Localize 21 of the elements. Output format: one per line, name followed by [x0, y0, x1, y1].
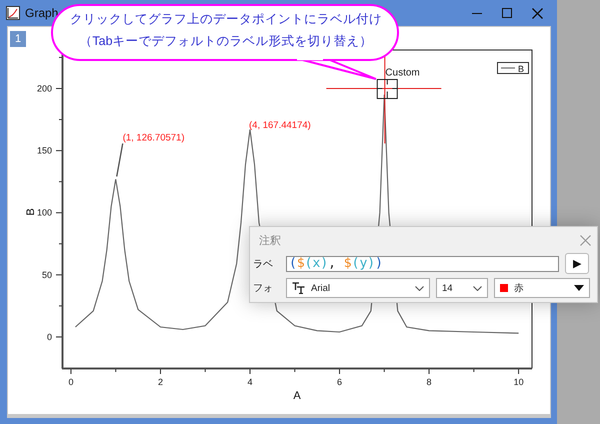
tooltip-text: クリックしてグラフ上のデータポイントにラベル付け	[70, 11, 382, 28]
tick-label: 150	[36, 146, 52, 156]
tick-label: 10	[514, 377, 524, 387]
tick-label: 4	[248, 377, 252, 387]
cursor-label: Custom	[385, 68, 420, 78]
tooltip-text: （Tabキーでデフォルトのラベル形式を切り替え）	[79, 33, 373, 50]
tick-label: 50	[42, 270, 52, 280]
tick-label: 0	[68, 377, 74, 387]
dialog-title: 注釈	[259, 234, 281, 248]
tick-label: 8	[426, 377, 432, 387]
field-label: ラベ	[253, 258, 274, 270]
legend-label: B	[518, 64, 524, 74]
tick-label: 2	[158, 377, 163, 387]
axis-title: A	[293, 390, 301, 402]
field-label: フォ	[253, 282, 274, 295]
window-title: Graph	[25, 6, 58, 20]
tick-label: 0	[46, 332, 52, 342]
tick-label: 6	[337, 377, 342, 387]
tick-label: 200	[36, 84, 52, 94]
tick-label: 100	[36, 208, 52, 218]
axis-title: B	[25, 208, 37, 216]
